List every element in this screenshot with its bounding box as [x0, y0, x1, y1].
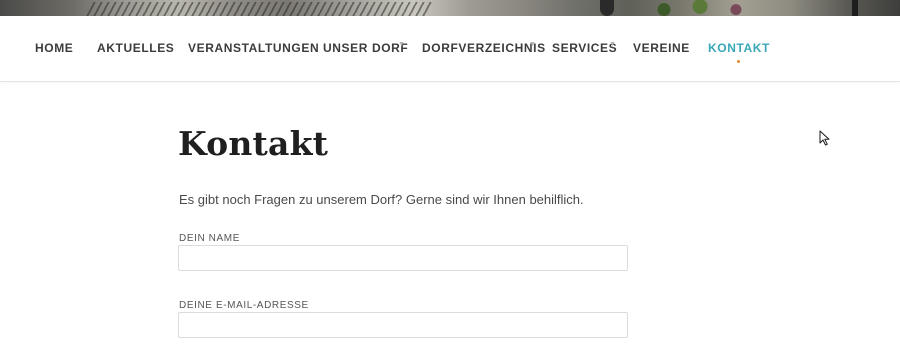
nav-item-label: SERVICES: [552, 41, 618, 55]
page-title: Kontakt: [178, 124, 329, 163]
chevron-down-icon: ▼: [529, 41, 537, 48]
nav-item-unser-dorf[interactable]: UNSER DORF ▼: [323, 41, 408, 57]
nav-item-vereine[interactable]: VEREINE: [633, 41, 690, 57]
header-hero-image: [0, 0, 900, 16]
name-field[interactable]: [178, 245, 628, 271]
nav-item-label: UNSER DORF: [323, 41, 409, 55]
nav-item-label: VERANSTALTUNGEN: [188, 41, 320, 55]
nav-item-label: HOME: [35, 41, 74, 55]
main-navigation: HOME AKTUELLES VERANSTALTUNGEN UNSER DOR…: [0, 16, 900, 82]
nav-item-dorfverzeichnis[interactable]: DORFVERZEICHNIS ▼: [422, 41, 546, 57]
intro-text: Es gibt noch Fragen zu unserem Dorf? Ger…: [179, 192, 584, 207]
nav-item-services[interactable]: SERVICES ▼: [552, 41, 617, 57]
nav-item-label: VEREINE: [633, 41, 690, 55]
mouse-pointer-icon: [819, 130, 830, 146]
nav-item-label: AKTUELLES: [97, 41, 175, 55]
nav-item-aktuelles[interactable]: AKTUELLES: [97, 41, 174, 57]
hero-lamp: [600, 0, 614, 16]
nav-item-home[interactable]: HOME: [35, 41, 73, 57]
hero-railing: [86, 2, 434, 16]
hero-plants: [640, 0, 760, 16]
active-indicator-dot: [737, 60, 741, 63]
chevron-down-icon: ▼: [609, 41, 617, 48]
name-field-label: DEIN NAME: [179, 233, 240, 244]
hero-pole: [852, 0, 858, 16]
email-field[interactable]: [178, 312, 628, 338]
nav-item-kontakt[interactable]: KONTAKT: [708, 41, 770, 63]
nav-item-label: KONTAKT: [708, 41, 770, 55]
email-field-label: DEINE E-MAIL-ADRESSE: [179, 300, 309, 311]
nav-item-label: DORFVERZEICHNIS: [422, 41, 546, 55]
chevron-down-icon: ▼: [398, 41, 406, 48]
nav-item-veranstaltungen[interactable]: VERANSTALTUNGEN: [188, 41, 319, 57]
